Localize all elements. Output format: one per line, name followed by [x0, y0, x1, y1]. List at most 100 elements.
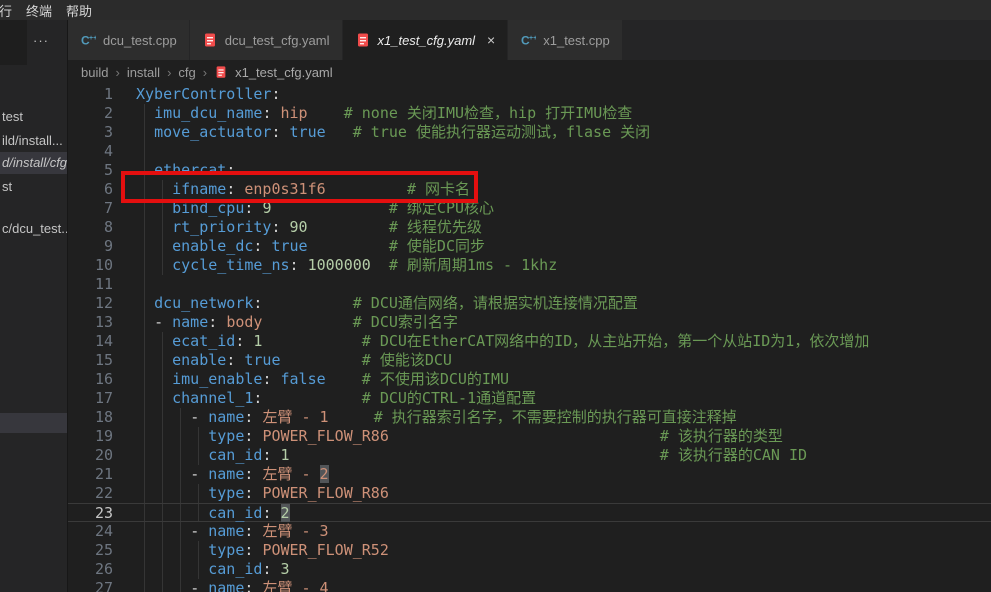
line-number: 18	[68, 408, 113, 427]
line-number: 11	[68, 275, 113, 294]
breadcrumb-file[interactable]: x1_test_cfg.yaml	[235, 65, 333, 80]
menu-item-run[interactable]: 行	[0, 1, 12, 20]
indent-guide	[162, 351, 163, 370]
breadcrumb-item-cfg[interactable]: cfg	[178, 65, 195, 80]
indent-guide	[162, 370, 163, 389]
code-line[interactable]: 2 imu_dcu_name: hip # none 关闭IMU检查，hip 打…	[68, 104, 991, 123]
indent-guide	[144, 275, 145, 294]
indent-guide	[162, 427, 163, 446]
yaml-file-icon	[355, 32, 371, 48]
indent-guide	[144, 180, 145, 199]
sidebar-item-dcu-test[interactable]: c/dcu_test...	[0, 218, 67, 240]
sidebar-selected-row[interactable]	[0, 413, 67, 433]
close-icon[interactable]: ×	[487, 33, 495, 47]
line-number: 13	[68, 313, 113, 332]
breadcrumb-item-install[interactable]: install	[127, 65, 160, 80]
indent-guide	[144, 294, 145, 313]
menu-item-help[interactable]: 帮助	[66, 1, 92, 20]
indent-guide	[162, 465, 163, 484]
code-line[interactable]: 16 imu_enable: false # 不使用该DCU的IMU	[68, 370, 991, 389]
tab-x1-test-cfg-yaml[interactable]: x1_test_cfg.yaml ×	[343, 20, 509, 60]
code-line[interactable]: 15 enable: true # 使能该DCU	[68, 351, 991, 370]
indent-guide	[144, 104, 145, 123]
code-line[interactable]: 10 cycle_time_ns: 1000000 # 刷新周期1ms - 1k…	[68, 256, 991, 275]
sidebar-item-st[interactable]: st	[0, 176, 67, 198]
line-number: 8	[68, 218, 113, 237]
indent-guide	[180, 484, 181, 503]
breadcrumb-item-build[interactable]: build	[81, 65, 108, 80]
code-line[interactable]: 7 bind_cpu: 9 # 绑定CPU核心	[68, 199, 991, 218]
line-number: 7	[68, 199, 113, 218]
line-number: 6	[68, 180, 113, 199]
cpp-file-icon: C++	[80, 32, 96, 48]
line-number: 3	[68, 123, 113, 142]
indent-guide	[144, 199, 145, 218]
code-line[interactable]: 11	[68, 275, 991, 294]
sidebar-item-test[interactable]: test	[0, 106, 67, 128]
indent-guide	[144, 218, 145, 237]
indent-guide	[144, 446, 145, 465]
line-number: 17	[68, 389, 113, 408]
code-line[interactable]: 3 move_actuator: true # true 使能执行器运动测试，f…	[68, 123, 991, 142]
code-line[interactable]: 4	[68, 142, 991, 161]
code-line[interactable]: 5 ethercat:	[68, 161, 991, 180]
tab-dcu-test-cpp[interactable]: C++ dcu_test.cpp	[68, 20, 190, 60]
tab-label: dcu_test_cfg.yaml	[225, 33, 330, 48]
code-line[interactable]: 21 - name: 左臂 - 2	[68, 465, 991, 484]
code-line[interactable]: 26 can_id: 3	[68, 560, 991, 579]
vscode-window: 行 终端 帮助 ··· test ild/install... d/instal…	[0, 0, 991, 592]
indent-guide	[144, 313, 145, 332]
sidebar-item-install-cfg[interactable]: d/install/cfg	[0, 152, 67, 174]
chevron-right-icon: ›	[167, 65, 171, 80]
indent-guide	[144, 560, 145, 579]
line-number: 15	[68, 351, 113, 370]
code-line[interactable]: 13 - name: body # DCU索引名字	[68, 313, 991, 332]
indent-guide	[180, 541, 181, 560]
more-actions-button[interactable]: ···	[33, 33, 49, 48]
indent-guide	[180, 560, 181, 579]
line-number: 19	[68, 427, 113, 446]
indent-guide	[144, 142, 145, 161]
line-number: 20	[68, 446, 113, 465]
tab-dcu-test-cfg-yaml[interactable]: dcu_test_cfg.yaml	[190, 20, 343, 60]
code-line[interactable]: 27 - name: 左臂 - 4	[68, 579, 991, 592]
indent-guide	[162, 199, 163, 218]
code-line[interactable]: 6 ifname: enp0s31f6 # 网卡名	[68, 180, 991, 199]
indent-guide	[144, 389, 145, 408]
line-number: 9	[68, 237, 113, 256]
code-line[interactable]: 23 can_id: 2	[68, 503, 991, 522]
indent-guide	[198, 504, 199, 521]
code-line[interactable]: 12 dcu_network: # DCU通信网络，请根据实机连接情况配置	[68, 294, 991, 313]
code-line[interactable]: 18 - name: 左臂 - 1 # 执行器索引名字，不需要控制的执行器可直接…	[68, 408, 991, 427]
line-number: 12	[68, 294, 113, 313]
indent-guide	[180, 465, 181, 484]
indent-guide	[162, 237, 163, 256]
sidebar: ··· test ild/install... d/install/cfg st…	[0, 20, 68, 592]
code-line[interactable]: 25 type: POWER_FLOW_R52	[68, 541, 991, 560]
code-line[interactable]: 17 channel_1: # DCU的CTRL-1通道配置	[68, 389, 991, 408]
code-line[interactable]: 22 type: POWER_FLOW_R86	[68, 484, 991, 503]
code-line[interactable]: 9 enable_dc: true # 使能DC同步	[68, 237, 991, 256]
menu-item-terminal[interactable]: 终端	[26, 1, 52, 20]
indent-guide	[162, 408, 163, 427]
code-line[interactable]: 8 rt_priority: 90 # 线程优先级	[68, 218, 991, 237]
code-line[interactable]: 20 can_id: 1 # 该执行器的CAN ID	[68, 446, 991, 465]
sidebar-item-build-install[interactable]: ild/install...	[0, 130, 67, 152]
tab-bar: C++ dcu_test.cpp dcu_test_cfg.yaml x1_te…	[68, 20, 991, 60]
tab-x1-test-cpp[interactable]: C++ x1_test.cpp	[508, 20, 623, 60]
indent-guide	[162, 180, 163, 199]
code-line[interactable]: 19 type: POWER_FLOW_R86 # 该执行器的类型	[68, 427, 991, 446]
editor-group: C++ dcu_test.cpp dcu_test_cfg.yaml x1_te…	[68, 20, 991, 592]
code-line[interactable]: 1XyberController:	[68, 85, 991, 104]
tab-bar-empty-space	[623, 20, 991, 60]
code-line[interactable]: 14 ecat_id: 1 # DCU在EtherCAT网络中的ID，从主站开始…	[68, 332, 991, 351]
code-area[interactable]: 1XyberController:2 imu_dcu_name: hip # n…	[68, 84, 991, 592]
line-number: 26	[68, 560, 113, 579]
line-number: 4	[68, 142, 113, 161]
sidebar-dark-region	[0, 20, 27, 65]
code-line[interactable]: 24 - name: 左臂 - 3	[68, 522, 991, 541]
indent-guide	[198, 446, 199, 465]
indent-guide	[162, 484, 163, 503]
indent-guide	[180, 504, 181, 521]
tab-label: x1_test.cpp	[543, 33, 610, 48]
